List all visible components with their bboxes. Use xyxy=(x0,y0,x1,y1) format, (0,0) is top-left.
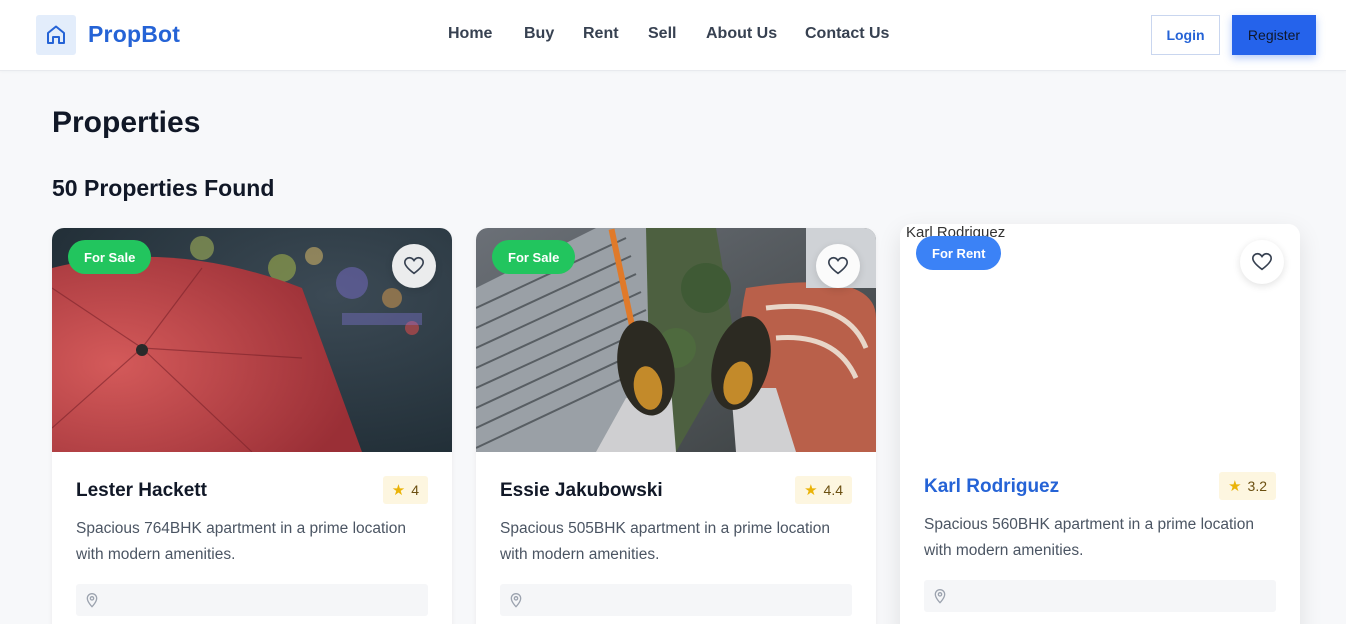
heart-icon xyxy=(404,256,424,275)
top-navbar: PropBot Home Buy Rent Sell About Us Cont… xyxy=(0,0,1346,71)
map-pin-icon xyxy=(934,589,946,604)
location-row xyxy=(76,584,428,616)
favorite-button[interactable] xyxy=(392,244,436,288)
status-badge: For Rent xyxy=(916,236,1002,270)
login-button[interactable]: Login xyxy=(1151,15,1220,55)
status-badge: For Sale xyxy=(68,240,152,274)
results-count: 50 Properties Found xyxy=(52,175,275,201)
rating-value: 3.2 xyxy=(1247,478,1267,494)
rating-badge: ★ 4.4 xyxy=(795,476,852,504)
location-row xyxy=(500,584,852,616)
property-title[interactable]: Karl Rodriguez xyxy=(924,476,1059,498)
map-pin-icon xyxy=(510,593,522,608)
heart-icon xyxy=(1252,252,1272,271)
nav-sell[interactable]: Sell xyxy=(648,25,676,43)
property-image[interactable]: For Sale xyxy=(476,228,876,452)
nav-contact-us[interactable]: Contact Us xyxy=(805,25,889,43)
property-card[interactable]: For Sale Lester Hackett ★ 4 Spacious 764… xyxy=(52,228,452,624)
property-description: Spacious 560BHK apartment in a prime loc… xyxy=(924,516,1254,559)
map-pin-icon xyxy=(86,593,98,608)
rating-badge: ★ 4 xyxy=(382,476,428,504)
nav-about-us[interactable]: About Us xyxy=(706,25,777,43)
property-description: Spacious 764BHK apartment in a prime loc… xyxy=(76,520,406,563)
rating-value: 4.4 xyxy=(823,482,843,498)
rating-value: 4 xyxy=(411,482,419,498)
nav-home[interactable]: Home xyxy=(448,25,492,43)
property-image[interactable]: Karl Rodriguez For Rent xyxy=(900,224,1300,448)
page-title: Properties xyxy=(52,106,201,139)
status-badge: For Sale xyxy=(492,240,576,274)
favorite-button[interactable] xyxy=(1240,240,1284,284)
register-button[interactable]: Register xyxy=(1232,15,1316,55)
star-icon: ★ xyxy=(391,482,406,499)
location-row xyxy=(924,580,1276,612)
property-title[interactable]: Essie Jakubowski xyxy=(500,480,663,502)
property-image[interactable]: For Sale xyxy=(52,228,452,452)
nav-buy[interactable]: Buy xyxy=(524,25,554,43)
heart-icon xyxy=(828,256,848,275)
property-title[interactable]: Lester Hackett xyxy=(76,480,207,502)
favorite-button[interactable] xyxy=(816,244,860,288)
property-card[interactable]: For Sale Essie Jakubowski ★ 4.4 Spacious… xyxy=(476,228,876,624)
main-nav: Home Buy Rent Sell About Us Contact Us xyxy=(0,25,1346,47)
nav-rent[interactable]: Rent xyxy=(583,25,619,43)
star-icon: ★ xyxy=(804,482,818,499)
rating-badge: ★ 3.2 xyxy=(1219,472,1276,500)
star-icon: ★ xyxy=(1228,478,1242,495)
property-description: Spacious 505BHK apartment in a prime loc… xyxy=(500,520,830,563)
property-card[interactable]: Karl Rodriguez For Rent Karl Rodriguez ★… xyxy=(900,224,1300,624)
